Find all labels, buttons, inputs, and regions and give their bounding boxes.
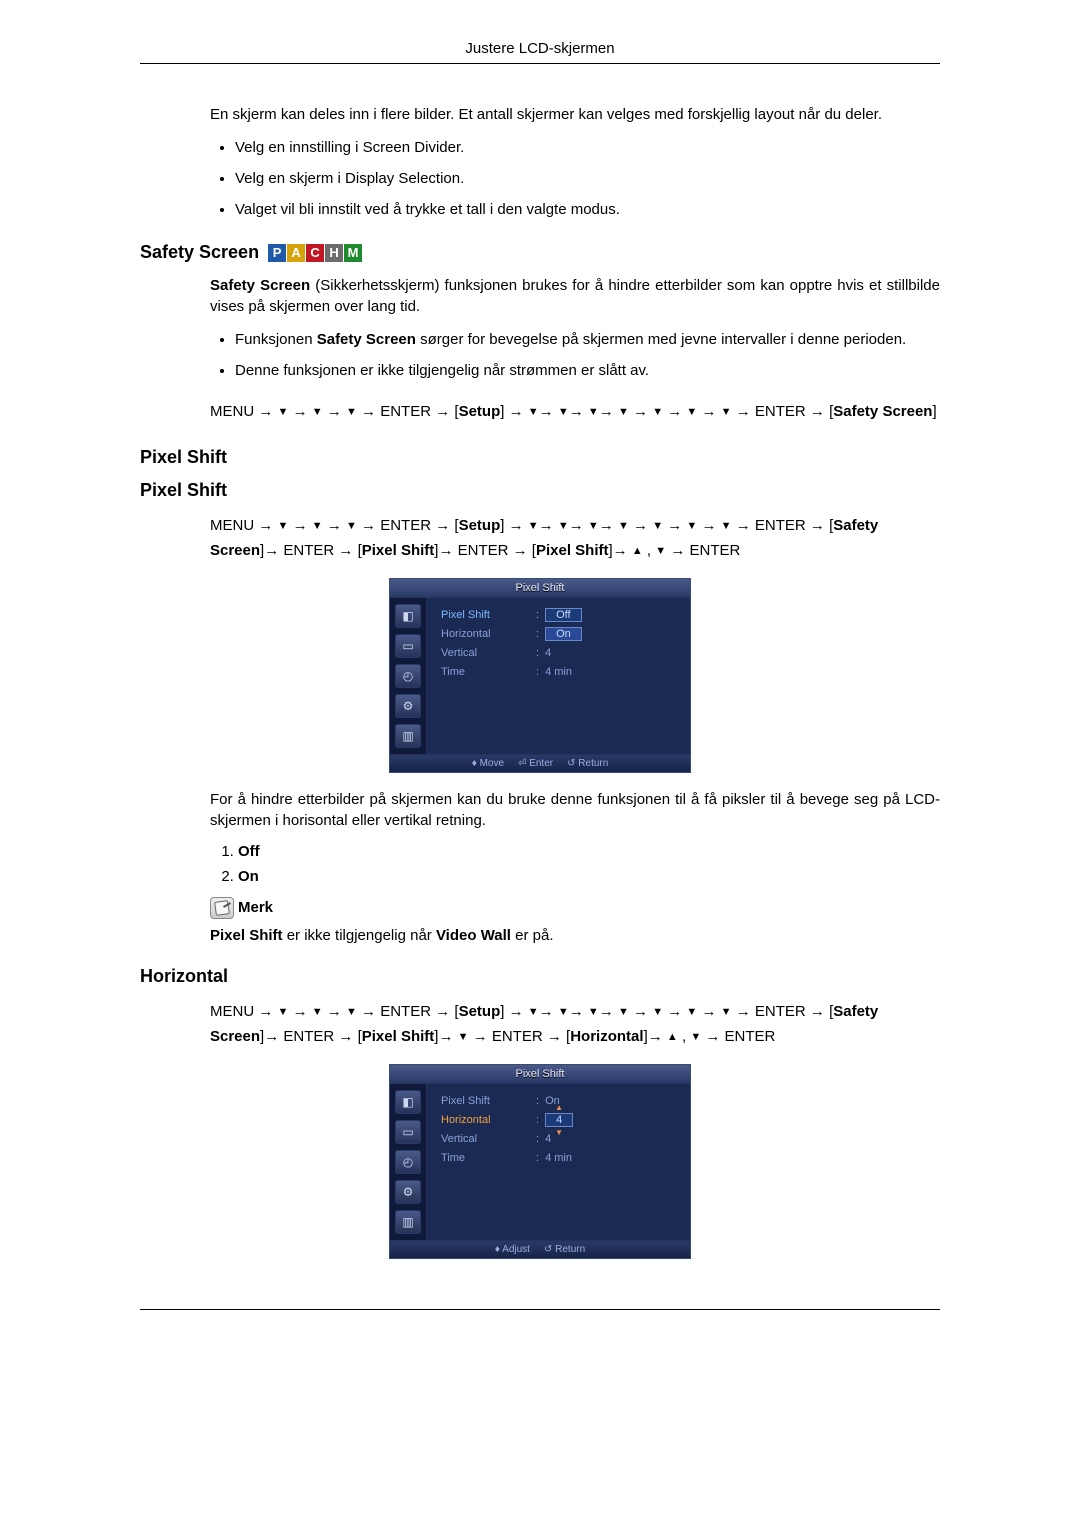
osd-row-horizontal: Horizontal	[441, 628, 536, 640]
safety-screen-heading: Safety Screen P A C H M	[140, 242, 940, 263]
intro-bullet-2: Velg en skjerm i Display Selection.	[235, 168, 940, 189]
badge-a-icon: A	[287, 244, 305, 262]
safety-bullet-2: Denne funksjonen er ikke tilgjengelig nå…	[235, 360, 940, 381]
horizontal-nav-path: MENU → ▼ → ▼ → ▼ → ENTER → [Setup] → ▼→ …	[210, 999, 940, 1050]
horizontal-osd: Pixel Shift ◧ ▭ ◴ ⚙ ▥ Pixel Shift : On	[389, 1064, 691, 1259]
osd-input-icon: ◧	[395, 604, 421, 628]
badge-c-icon: C	[306, 244, 324, 262]
osd-setup-icon: ⚙	[395, 694, 421, 718]
osd-val-off: Off	[545, 608, 581, 622]
option-off: Off	[238, 843, 940, 860]
safety-para-rest: (Sikkerhetsskjerm) funksjonen brukes for…	[210, 277, 940, 315]
option-on: On	[238, 868, 940, 885]
safety-nav-path: MENU → ▼ → ▼ → ▼ → ENTER → [Setup] → ▼→ …	[210, 399, 940, 425]
intro-bullets: Velg en innstilling i Screen Divider. Ve…	[210, 137, 940, 220]
badge-m-icon: M	[344, 244, 362, 262]
osd-val-4min: 4 min	[545, 666, 572, 678]
horizontal-heading: Horizontal	[140, 966, 940, 987]
osd2-row-horizontal: Horizontal	[441, 1114, 536, 1126]
osd2-picture-icon: ▭	[395, 1120, 421, 1144]
osd-multi-icon: ▥	[395, 724, 421, 748]
note-text: Pixel Shift er ikke tilgjengelig når Vid…	[210, 927, 940, 944]
safety-bullet-1: Funksjonen Safety Screen sørger for beve…	[235, 329, 940, 350]
osd2-footer: ♦ Adjust ↺ Return	[390, 1240, 690, 1258]
osd2-row-vertical: Vertical	[441, 1133, 536, 1145]
pixelshift-desc: For å hindre etterbilder på skjermen kan…	[210, 789, 940, 831]
safety-para-bold: Safety Screen	[210, 277, 310, 294]
osd2-sound-icon: ◴	[395, 1150, 421, 1174]
note-icon	[210, 897, 234, 919]
osd2-val-4box: 4	[545, 1113, 573, 1127]
osd-val-on: On	[545, 627, 582, 641]
sb1-bold: Safety Screen	[317, 331, 416, 348]
osd2-val-4: 4	[545, 1133, 551, 1145]
osd-picture-icon: ▭	[395, 634, 421, 658]
intro-paragraph: En skjerm kan deles inn i flere bilder. …	[210, 104, 940, 125]
note-label: Merk	[238, 899, 273, 916]
badge-p-icon: P	[268, 244, 286, 262]
osd2-input-icon: ◧	[395, 1090, 421, 1114]
sb1-pre: Funksjonen	[235, 331, 317, 348]
page-header: Justere LCD-skjermen	[140, 40, 940, 64]
pixel-shift-heading-1: Pixel Shift	[140, 447, 940, 468]
osd2-multi-icon: ▥	[395, 1210, 421, 1234]
osd2-val-4min: 4 min	[545, 1152, 572, 1164]
osd2-row-time: Time	[441, 1152, 536, 1164]
osd2-row-pixelshift: Pixel Shift	[441, 1095, 536, 1107]
osd-val-4: 4	[545, 647, 551, 659]
osd-sound-icon: ◴	[395, 664, 421, 688]
osd-title: Pixel Shift	[516, 582, 565, 594]
osd-footer: ♦ Move ⏎ Enter ↺ Return	[390, 754, 690, 772]
osd-sidebar: ◧ ▭ ◴ ⚙ ▥	[390, 598, 427, 754]
intro-bullet-3: Valget vil bli innstilt ved å trykke et …	[235, 199, 940, 220]
pixelshift-osd: Pixel Shift ◧ ▭ ◴ ⚙ ▥ Pixel Shift : Off	[389, 578, 691, 773]
safety-paragraph: Safety Screen (Sikkerhetsskjerm) funksjo…	[210, 275, 940, 317]
osd2-title: Pixel Shift	[516, 1068, 565, 1080]
pixelshift-options: Off On	[210, 843, 940, 885]
safety-bullets: Funksjonen Safety Screen sørger for beve…	[210, 329, 940, 381]
osd2-sidebar: ◧ ▭ ◴ ⚙ ▥	[390, 1084, 427, 1240]
safety-heading-text: Safety Screen	[140, 242, 259, 262]
footer-rule	[140, 1309, 940, 1310]
badge-h-icon: H	[325, 244, 343, 262]
osd2-setup-icon: ⚙	[395, 1180, 421, 1204]
pixel-shift-heading-2: Pixel Shift	[140, 480, 940, 501]
osd-row-pixelshift: Pixel Shift	[441, 609, 536, 621]
osd-row-time: Time	[441, 666, 536, 678]
note-row: Merk	[210, 897, 940, 919]
sb1-suf: sørger for bevegelse på skjermen med jev…	[416, 331, 906, 348]
osd-row-vertical: Vertical	[441, 647, 536, 659]
intro-bullet-1: Velg en innstilling i Screen Divider.	[235, 137, 940, 158]
pixelshift-nav-path: MENU → ▼ → ▼ → ▼ → ENTER → [Setup] → ▼→ …	[210, 513, 940, 564]
mode-badges: P A C H M	[268, 244, 362, 262]
